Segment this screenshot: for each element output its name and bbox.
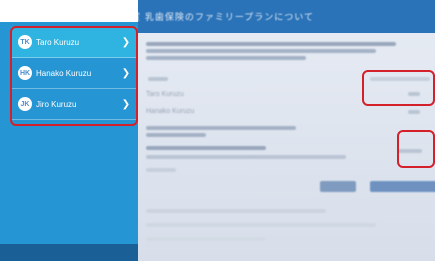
background-name: Taro Kuruzu	[146, 91, 184, 98]
panel-bottom-bar	[0, 244, 138, 261]
background-name: Hanako Kuruzu	[146, 108, 195, 115]
screenshot: 受賞 乳歯保険のファミリープランについて Taro Kuruzu Hanako …	[0, 0, 435, 261]
field-highlight-bottom	[397, 130, 435, 168]
panel-top-bar	[0, 0, 138, 22]
app-header-title: 受賞 乳歯保険のファミリープランについて	[120, 13, 315, 23]
user-list-highlight	[10, 26, 138, 126]
field-highlight-top	[362, 70, 435, 106]
background-form: Taro Kuruzu Hanako Kuruzu	[138, 33, 435, 261]
